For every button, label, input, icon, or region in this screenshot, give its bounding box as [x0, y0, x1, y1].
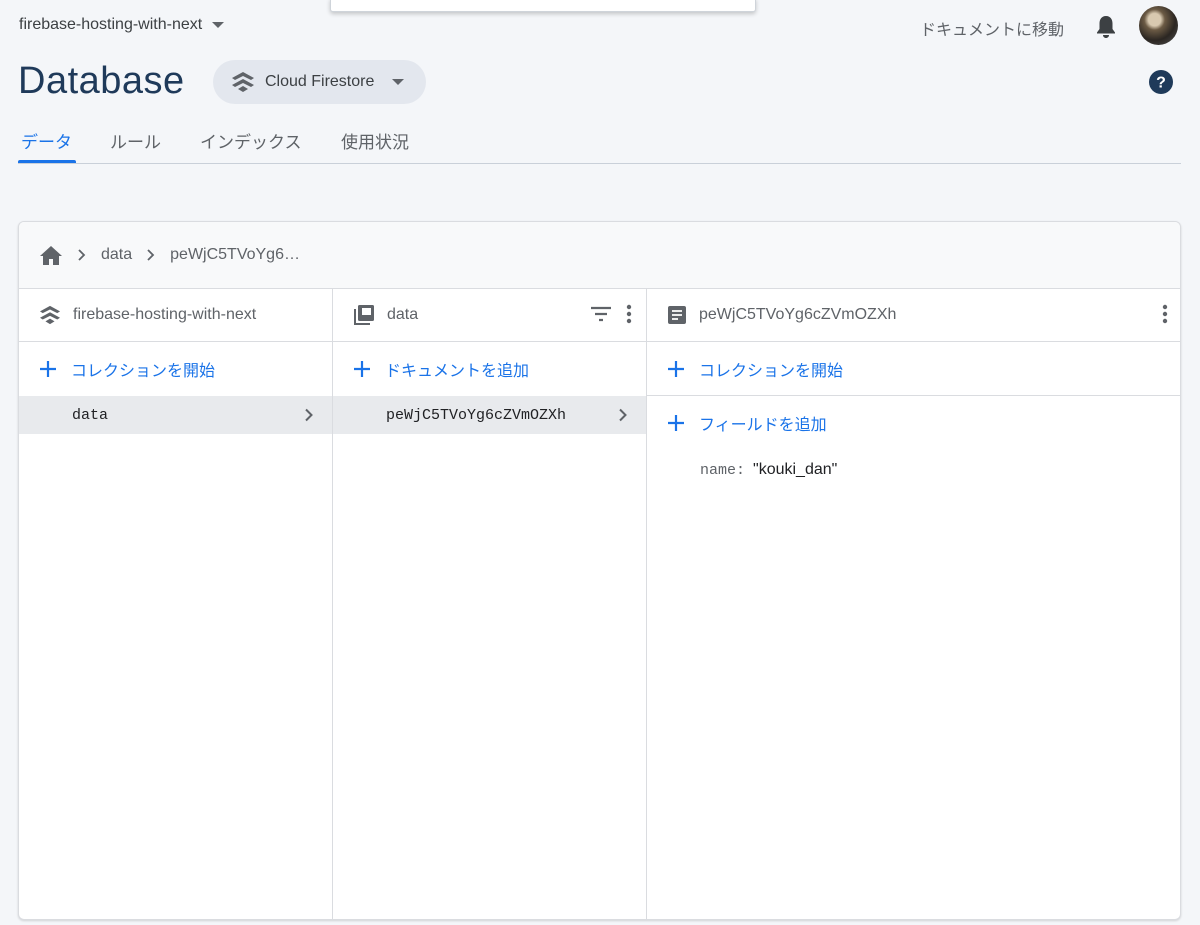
caret-down-icon [212, 22, 225, 28]
chevron-right-icon [146, 248, 156, 262]
project-switcher[interactable]: firebase-hosting-with-next [19, 16, 225, 34]
add-field-button[interactable]: フィールドを追加 [647, 396, 1180, 450]
help-icon[interactable]: ? [1148, 69, 1174, 95]
chevron-right-icon [304, 408, 314, 422]
notifications-bell-icon[interactable] [1095, 14, 1117, 40]
document-list-item[interactable]: peWjC5TVoYg6cZVmOZXh [333, 396, 646, 434]
collection-column: data ドキュメントを追加 peWjC5TVoYg6cZVmOZXh [333, 289, 647, 919]
breadcrumb-item[interactable]: peWjC5TVoYg6… [170, 246, 300, 264]
field-value: "kouki_dan" [753, 461, 838, 478]
more-vert-icon[interactable] [626, 304, 632, 324]
document-icon [667, 305, 687, 325]
tab-rules[interactable]: ルール [110, 128, 161, 153]
firestore-icon [231, 71, 255, 93]
docs-link[interactable]: ドキュメントに移動 [920, 16, 1064, 40]
plus-icon [667, 360, 685, 378]
document-column-actions [1162, 304, 1168, 324]
tab-bar: データ ルール インデックス 使用状況 [18, 118, 1181, 164]
start-subcollection-label: コレクションを開始 [699, 362, 844, 380]
active-tab-indicator [18, 160, 76, 163]
plus-icon [667, 414, 685, 432]
collection-list-item[interactable]: data [19, 396, 332, 434]
breadcrumb-item[interactable]: data [101, 246, 132, 264]
document-column: peWjC5TVoYg6cZVmOZXh コレクションを開始 フィールドを追加 … [647, 289, 1180, 919]
field-key: name: [700, 461, 746, 479]
caret-down-icon [392, 79, 405, 85]
add-document-label: ドキュメントを追加 [385, 362, 530, 380]
plus-icon [39, 360, 57, 378]
page-title: Database [18, 60, 185, 102]
top-bar: firebase-hosting-with-next ドキュメントに移動 [0, 0, 1200, 54]
database-selector-label: Cloud Firestore [265, 73, 375, 90]
more-vert-icon[interactable] [1162, 304, 1168, 324]
chevron-right-icon [618, 408, 628, 422]
add-field-label: フィールドを追加 [699, 416, 827, 434]
svg-text:?: ? [1156, 75, 1166, 92]
chevron-right-icon [77, 248, 87, 262]
collection-icon [353, 304, 375, 326]
home-icon[interactable] [39, 244, 63, 266]
filter-icon[interactable] [590, 305, 612, 323]
database-selector[interactable]: Cloud Firestore [213, 60, 426, 104]
document-field[interactable]: name: "kouki_dan" [647, 450, 1180, 490]
tab-data[interactable]: データ [21, 128, 72, 153]
breadcrumb: data peWjC5TVoYg6… [19, 222, 1180, 289]
start-collection-button[interactable]: コレクションを開始 [19, 342, 332, 396]
start-collection-label: コレクションを開始 [71, 362, 216, 380]
firestore-icon [39, 305, 61, 325]
plus-icon [353, 360, 371, 378]
collection-column-title: data [387, 306, 419, 323]
tab-indexes[interactable]: インデックス [200, 128, 302, 153]
tab-usage[interactable]: 使用状況 [341, 128, 409, 153]
collection-column-actions [590, 304, 632, 324]
data-viewer-panel: data peWjC5TVoYg6… firebase-hosting-with… [18, 221, 1181, 920]
add-document-button[interactable]: ドキュメントを追加 [333, 342, 646, 396]
root-column-title: firebase-hosting-with-next [73, 306, 257, 323]
document-column-header: peWjC5TVoYg6cZVmOZXh [647, 289, 1180, 342]
collection-name: data [72, 406, 109, 424]
project-name: firebase-hosting-with-next [19, 16, 203, 33]
root-column: firebase-hosting-with-next コレクションを開始 dat… [19, 289, 333, 919]
document-id: peWjC5TVoYg6cZVmOZXh [386, 406, 567, 424]
collection-column-header: data [333, 289, 646, 342]
root-column-header: firebase-hosting-with-next [19, 289, 332, 342]
document-column-title: peWjC5TVoYg6cZVmOZXh [699, 306, 897, 323]
dropdown-popup-edge [330, 0, 756, 12]
user-avatar[interactable] [1139, 6, 1178, 45]
start-subcollection-button[interactable]: コレクションを開始 [647, 342, 1180, 396]
